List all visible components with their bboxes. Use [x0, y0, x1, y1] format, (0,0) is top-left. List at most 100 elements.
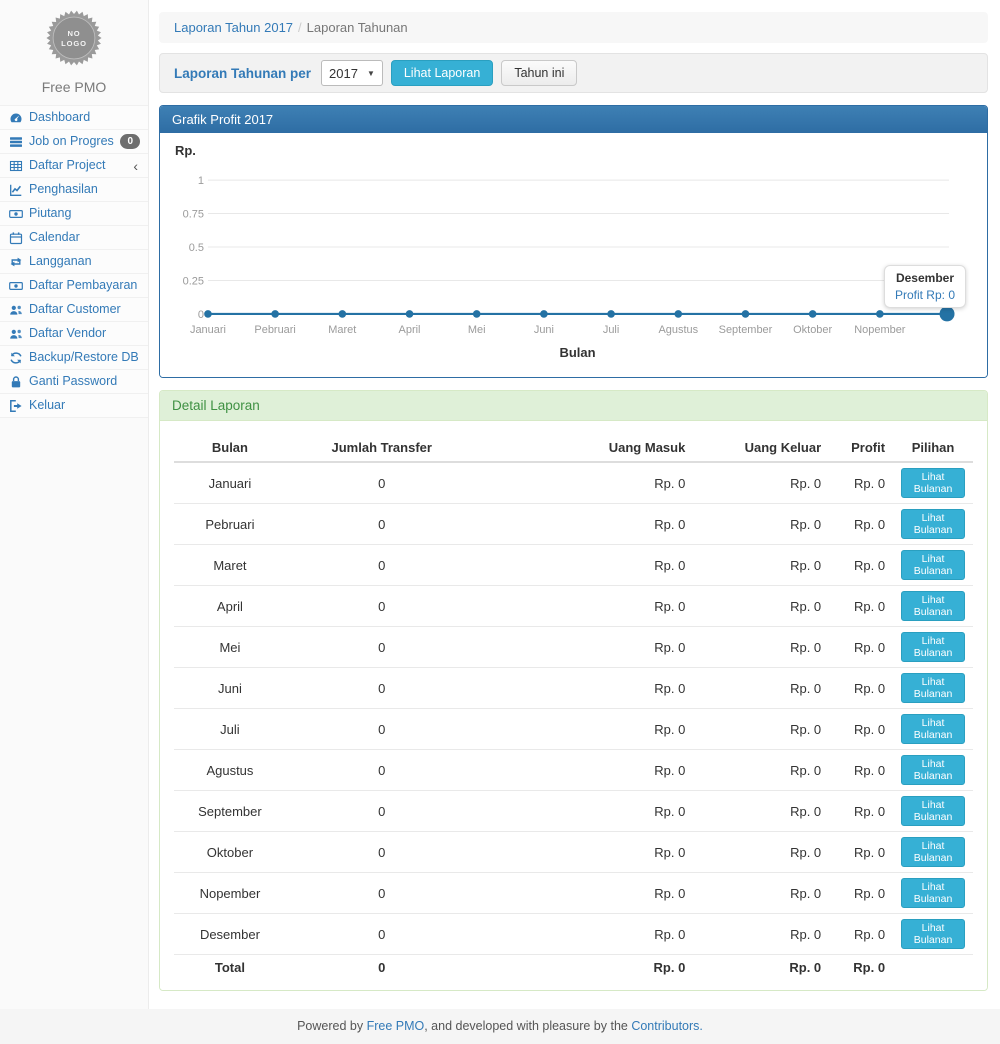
sidebar-item-job-on-progress[interactable]: Job on Progress0 [0, 130, 148, 154]
view-monthly-button[interactable]: Lihat Bulanan [901, 919, 965, 949]
report-detail-body: Bulan Jumlah Transfer Uang Masuk Uang Ke… [160, 421, 987, 990]
cell-profit: Rp. 0 [829, 791, 893, 832]
money-icon [9, 207, 23, 221]
cell-jumlah-transfer: 0 [286, 668, 478, 709]
cell-pilihan: Lihat Bulanan [893, 545, 973, 586]
cell-bulan: Desember [174, 914, 286, 955]
svg-text:Juli: Juli [603, 324, 619, 336]
sidebar-item-keluar[interactable]: Keluar [0, 394, 148, 418]
view-report-button[interactable]: Lihat Laporan [391, 60, 493, 86]
cell-uang-masuk: Rp. 0 [478, 791, 694, 832]
column-header-pilihan: Pilihan [893, 434, 973, 462]
footer-freepmo-link[interactable]: Free PMO [367, 1019, 425, 1033]
view-monthly-button[interactable]: Lihat Bulanan [901, 632, 965, 662]
retweet-icon [9, 255, 23, 269]
report-detail-panel-title: Detail Laporan [160, 391, 987, 421]
cell-uang-masuk: Rp. 0 [478, 504, 694, 545]
users-icon [9, 327, 23, 341]
cell-pilihan: Lihat Bulanan [893, 504, 973, 545]
sidebar-item-label: Daftar Customer [29, 302, 140, 317]
sidebar-item-dashboard[interactable]: Dashboard [0, 106, 148, 130]
chart-tooltip: Desember Profit Rp: 0 [884, 265, 966, 308]
table-row: Maret0Rp. 0Rp. 0Rp. 0Lihat Bulanan [174, 545, 973, 586]
view-monthly-button[interactable]: Lihat Bulanan [901, 714, 965, 744]
sidebar-item-daftar-customer[interactable]: Daftar Customer [0, 298, 148, 322]
sidebar-item-label: Piutang [29, 206, 140, 221]
year-select[interactable]: 2017 ▼ [321, 60, 383, 86]
cell-bulan: April [174, 586, 286, 627]
view-monthly-button[interactable]: Lihat Bulanan [901, 509, 965, 539]
table-row: Juni0Rp. 0Rp. 0Rp. 0Lihat Bulanan [174, 668, 973, 709]
view-monthly-button[interactable]: Lihat Bulanan [901, 673, 965, 703]
table-row: Januari0Rp. 0Rp. 0Rp. 0Lihat Bulanan [174, 462, 973, 504]
cell-profit: Rp. 0 [829, 750, 893, 791]
breadcrumb-current: Laporan Tahunan [307, 20, 408, 35]
view-monthly-button[interactable]: Lihat Bulanan [901, 837, 965, 867]
cell-uang-keluar: Rp. 0 [693, 504, 829, 545]
svg-text:Bulan: Bulan [559, 345, 595, 360]
svg-text:Nopember: Nopember [854, 324, 906, 336]
view-monthly-button[interactable]: Lihat Bulanan [901, 755, 965, 785]
lock-icon [9, 375, 23, 389]
cell-uang-keluar: Rp. 0 [693, 586, 829, 627]
count-badge: 0 [120, 134, 140, 149]
cell-bulan: Agustus [174, 750, 286, 791]
sidebar-item-daftar-pembayaran[interactable]: Daftar Pembayaran [0, 274, 148, 298]
cell-jumlah-transfer: 0 [286, 873, 478, 914]
sidebar-item-penghasilan[interactable]: Penghasilan [0, 178, 148, 202]
view-monthly-button[interactable]: Lihat Bulanan [901, 550, 965, 580]
sidebar-item-ganti-password[interactable]: Ganti Password [0, 370, 148, 394]
table-row: Desember0Rp. 0Rp. 0Rp. 0Lihat Bulanan [174, 914, 973, 955]
cell-pilihan: Lihat Bulanan [893, 791, 973, 832]
cell-jumlah-transfer: 0 [286, 832, 478, 873]
sidebar-item-label: Daftar Vendor [29, 326, 140, 341]
no-logo-seal-icon: NOLOGO [42, 6, 106, 70]
svg-text:Oktober: Oktober [793, 324, 832, 336]
view-monthly-button[interactable]: Lihat Bulanan [901, 591, 965, 621]
svg-text:Juni: Juni [534, 324, 554, 336]
cell-jumlah-transfer: 0 [286, 586, 478, 627]
column-header-profit: Profit [829, 434, 893, 462]
cell-profit: Rp. 0 [829, 709, 893, 750]
sidebar-item-daftar-vendor[interactable]: Daftar Vendor [0, 322, 148, 346]
view-monthly-button[interactable]: Lihat Bulanan [901, 878, 965, 908]
view-monthly-button[interactable]: Lihat Bulanan [901, 796, 965, 826]
svg-text:September: September [719, 324, 773, 336]
cell-profit: Rp. 0 [829, 832, 893, 873]
breadcrumb-parent-link[interactable]: Laporan Tahun 2017 [174, 20, 293, 35]
sidebar-item-calendar[interactable]: Calendar [0, 226, 148, 250]
cell-uang-masuk: Rp. 0 [478, 462, 694, 504]
report-detail-panel: Detail Laporan Bulan Jumlah Transfer Uan… [159, 390, 988, 991]
sidebar-item-daftar-project[interactable]: Daftar Project‹ [0, 154, 148, 178]
sidebar-item-label: Daftar Project [29, 158, 127, 173]
svg-text:Mei: Mei [468, 324, 486, 336]
filter-label: Laporan Tahunan per [174, 66, 311, 81]
sidebar-item-piutang[interactable]: Piutang [0, 202, 148, 226]
cell-pilihan: Lihat Bulanan [893, 914, 973, 955]
calendar-icon [9, 231, 23, 245]
cell-profit: Rp. 0 [829, 586, 893, 627]
cell-profit: Rp. 0 [829, 545, 893, 586]
footer-middle: , and developed with pleasure by the [424, 1019, 631, 1033]
table-row: Mei0Rp. 0Rp. 0Rp. 0Lihat Bulanan [174, 627, 973, 668]
sidebar-item-langganan[interactable]: Langganan [0, 250, 148, 274]
page-footer: Powered by Free PMO, and developed with … [0, 1009, 1000, 1044]
cell-uang-keluar: Rp. 0 [693, 914, 829, 955]
footer-contributors-link[interactable]: Contributors. [631, 1019, 703, 1033]
sidebar-item-backup-restore-db[interactable]: Backup/Restore DB [0, 346, 148, 370]
sidebar-item-label: Ganti Password [29, 374, 140, 389]
view-monthly-button[interactable]: Lihat Bulanan [901, 468, 965, 498]
this-year-button[interactable]: Tahun ini [501, 60, 577, 86]
cell-uang-masuk: Rp. 0 [478, 586, 694, 627]
cell-bulan: Oktober [174, 832, 286, 873]
cell-uang-keluar: Rp. 0 [693, 873, 829, 914]
svg-text:0.5: 0.5 [189, 242, 204, 254]
cell-pilihan: Lihat Bulanan [893, 709, 973, 750]
cell-pilihan: Lihat Bulanan [893, 586, 973, 627]
profit-chart-panel: Grafik Profit 2017 Rp.10.750.50.250Janua… [159, 105, 988, 378]
tasks-icon [9, 135, 23, 149]
column-header-uang-masuk: Uang Masuk [478, 434, 694, 462]
money-icon [9, 279, 23, 293]
app-layout: NOLOGO Free PMO DashboardJob on Progress… [0, 0, 1000, 1009]
cell-uang-masuk: Rp. 0 [478, 668, 694, 709]
